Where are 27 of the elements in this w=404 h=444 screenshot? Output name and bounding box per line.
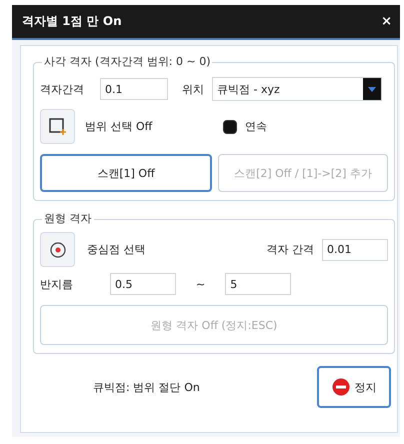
close-button[interactable]: × [381, 14, 392, 29]
center-select-label: 중심점 선택 [87, 242, 146, 257]
position-dropdown[interactable]: 큐빅점 - xyz [212, 77, 382, 101]
scan-button[interactable]: 스캔[1] Off [40, 154, 212, 192]
group-legend: 원형 격자 [42, 211, 94, 226]
radius-to-field[interactable]: 5 [225, 273, 292, 295]
field-label: 격자 간격 [266, 242, 314, 257]
field-label: 격자간격 [40, 82, 84, 96]
field-label: 반지름 [40, 276, 74, 292]
checkbox-label: 연속 [245, 119, 267, 134]
dropdown-arrow-icon [368, 86, 376, 92]
status-text: 큐빅점: 범위 절단 On [93, 380, 200, 394]
spacing-field[interactable]: 0.01 [322, 238, 388, 260]
stop-button[interactable]: 정지 [317, 366, 391, 408]
stop-icon [332, 378, 350, 396]
range-select-button[interactable] [40, 109, 75, 144]
group-legend: 사각 격자 (격자간격 범위: 0 ~ 0) [42, 54, 212, 69]
field-label: 위치 [182, 82, 204, 96]
range-separator: ~ [196, 278, 206, 290]
square-select-icon [48, 118, 66, 136]
range-select-label: 범위 선택 Off [85, 119, 154, 134]
checkbox[interactable] [223, 120, 237, 134]
target-icon [50, 242, 66, 258]
spacing-field[interactable]: 0.1 [100, 78, 168, 100]
window-title: 격자별 1점 만 On [22, 13, 122, 30]
radius-from-field[interactable]: 0.5 [110, 273, 176, 295]
center-select-button[interactable] [40, 232, 75, 267]
